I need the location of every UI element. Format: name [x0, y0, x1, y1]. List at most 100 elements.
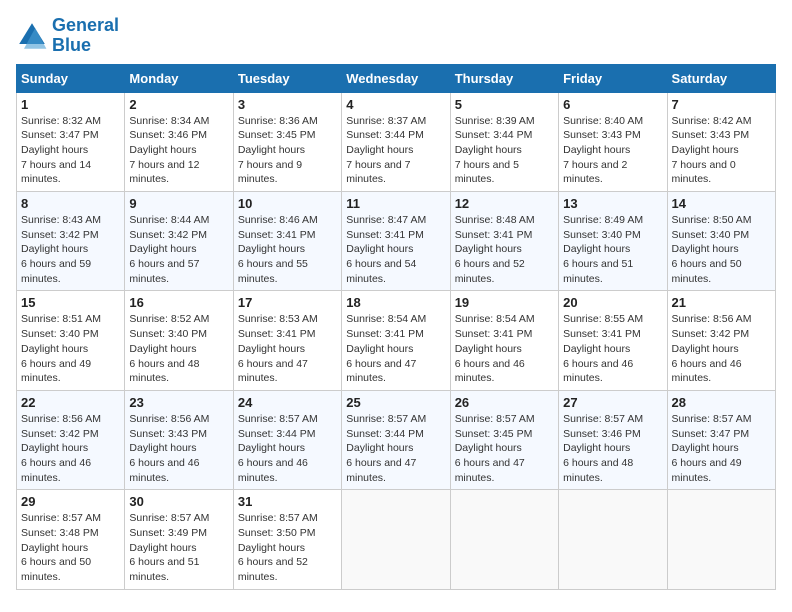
column-header-saturday: Saturday — [667, 64, 775, 92]
calendar-cell — [450, 490, 558, 589]
day-info: Sunrise: 8:36 AM Sunset: 3:45 PM Dayligh… — [238, 114, 337, 187]
calendar-week-1: 1 Sunrise: 8:32 AM Sunset: 3:47 PM Dayli… — [17, 92, 776, 191]
calendar-cell: 21 Sunrise: 8:56 AM Sunset: 3:42 PM Dayl… — [667, 291, 775, 390]
calendar-cell: 25 Sunrise: 8:57 AM Sunset: 3:44 PM Dayl… — [342, 390, 450, 489]
calendar-cell: 24 Sunrise: 8:57 AM Sunset: 3:44 PM Dayl… — [233, 390, 341, 489]
day-info: Sunrise: 8:46 AM Sunset: 3:41 PM Dayligh… — [238, 213, 337, 286]
calendar-week-5: 29 Sunrise: 8:57 AM Sunset: 3:48 PM Dayl… — [17, 490, 776, 589]
day-info: Sunrise: 8:52 AM Sunset: 3:40 PM Dayligh… — [129, 312, 228, 385]
day-number: 20 — [563, 295, 662, 310]
calendar-cell: 14 Sunrise: 8:50 AM Sunset: 3:40 PM Dayl… — [667, 192, 775, 291]
calendar-cell: 12 Sunrise: 8:48 AM Sunset: 3:41 PM Dayl… — [450, 192, 558, 291]
day-info: Sunrise: 8:57 AM Sunset: 3:50 PM Dayligh… — [238, 511, 337, 584]
day-number: 10 — [238, 196, 337, 211]
day-number: 31 — [238, 494, 337, 509]
day-number: 15 — [21, 295, 120, 310]
calendar-cell: 6 Sunrise: 8:40 AM Sunset: 3:43 PM Dayli… — [559, 92, 667, 191]
day-info: Sunrise: 8:47 AM Sunset: 3:41 PM Dayligh… — [346, 213, 445, 286]
day-info: Sunrise: 8:57 AM Sunset: 3:48 PM Dayligh… — [21, 511, 120, 584]
calendar-cell: 1 Sunrise: 8:32 AM Sunset: 3:47 PM Dayli… — [17, 92, 125, 191]
day-info: Sunrise: 8:56 AM Sunset: 3:42 PM Dayligh… — [672, 312, 771, 385]
calendar-table: SundayMondayTuesdayWednesdayThursdayFrid… — [16, 64, 776, 590]
calendar-cell: 19 Sunrise: 8:54 AM Sunset: 3:41 PM Dayl… — [450, 291, 558, 390]
day-info: Sunrise: 8:42 AM Sunset: 3:43 PM Dayligh… — [672, 114, 771, 187]
calendar-cell: 5 Sunrise: 8:39 AM Sunset: 3:44 PM Dayli… — [450, 92, 558, 191]
calendar-week-4: 22 Sunrise: 8:56 AM Sunset: 3:42 PM Dayl… — [17, 390, 776, 489]
column-header-friday: Friday — [559, 64, 667, 92]
day-number: 22 — [21, 395, 120, 410]
day-info: Sunrise: 8:37 AM Sunset: 3:44 PM Dayligh… — [346, 114, 445, 187]
calendar-cell: 23 Sunrise: 8:56 AM Sunset: 3:43 PM Dayl… — [125, 390, 233, 489]
day-number: 18 — [346, 295, 445, 310]
day-info: Sunrise: 8:57 AM Sunset: 3:44 PM Dayligh… — [346, 412, 445, 485]
day-info: Sunrise: 8:57 AM Sunset: 3:44 PM Dayligh… — [238, 412, 337, 485]
calendar-week-2: 8 Sunrise: 8:43 AM Sunset: 3:42 PM Dayli… — [17, 192, 776, 291]
calendar-cell: 17 Sunrise: 8:53 AM Sunset: 3:41 PM Dayl… — [233, 291, 341, 390]
calendar-cell: 11 Sunrise: 8:47 AM Sunset: 3:41 PM Dayl… — [342, 192, 450, 291]
day-info: Sunrise: 8:32 AM Sunset: 3:47 PM Dayligh… — [21, 114, 120, 187]
day-info: Sunrise: 8:44 AM Sunset: 3:42 PM Dayligh… — [129, 213, 228, 286]
day-number: 3 — [238, 97, 337, 112]
column-header-tuesday: Tuesday — [233, 64, 341, 92]
day-number: 8 — [21, 196, 120, 211]
day-number: 30 — [129, 494, 228, 509]
day-number: 6 — [563, 97, 662, 112]
calendar-cell: 15 Sunrise: 8:51 AM Sunset: 3:40 PM Dayl… — [17, 291, 125, 390]
day-info: Sunrise: 8:50 AM Sunset: 3:40 PM Dayligh… — [672, 213, 771, 286]
calendar-cell: 9 Sunrise: 8:44 AM Sunset: 3:42 PM Dayli… — [125, 192, 233, 291]
day-info: Sunrise: 8:55 AM Sunset: 3:41 PM Dayligh… — [563, 312, 662, 385]
column-header-monday: Monday — [125, 64, 233, 92]
day-number: 24 — [238, 395, 337, 410]
day-number: 27 — [563, 395, 662, 410]
day-info: Sunrise: 8:39 AM Sunset: 3:44 PM Dayligh… — [455, 114, 554, 187]
day-info: Sunrise: 8:56 AM Sunset: 3:43 PM Dayligh… — [129, 412, 228, 485]
calendar-cell: 26 Sunrise: 8:57 AM Sunset: 3:45 PM Dayl… — [450, 390, 558, 489]
calendar-cell: 10 Sunrise: 8:46 AM Sunset: 3:41 PM Dayl… — [233, 192, 341, 291]
calendar-cell: 7 Sunrise: 8:42 AM Sunset: 3:43 PM Dayli… — [667, 92, 775, 191]
day-info: Sunrise: 8:43 AM Sunset: 3:42 PM Dayligh… — [21, 213, 120, 286]
calendar-cell: 4 Sunrise: 8:37 AM Sunset: 3:44 PM Dayli… — [342, 92, 450, 191]
calendar-cell: 18 Sunrise: 8:54 AM Sunset: 3:41 PM Dayl… — [342, 291, 450, 390]
calendar-cell — [667, 490, 775, 589]
day-number: 25 — [346, 395, 445, 410]
day-info: Sunrise: 8:57 AM Sunset: 3:49 PM Dayligh… — [129, 511, 228, 584]
day-number: 14 — [672, 196, 771, 211]
day-number: 29 — [21, 494, 120, 509]
day-number: 5 — [455, 97, 554, 112]
logo-text: General Blue — [52, 16, 119, 56]
day-info: Sunrise: 8:57 AM Sunset: 3:47 PM Dayligh… — [672, 412, 771, 485]
day-number: 9 — [129, 196, 228, 211]
day-number: 4 — [346, 97, 445, 112]
day-info: Sunrise: 8:48 AM Sunset: 3:41 PM Dayligh… — [455, 213, 554, 286]
calendar-header: SundayMondayTuesdayWednesdayThursdayFrid… — [17, 64, 776, 92]
day-number: 19 — [455, 295, 554, 310]
calendar-cell: 22 Sunrise: 8:56 AM Sunset: 3:42 PM Dayl… — [17, 390, 125, 489]
column-header-sunday: Sunday — [17, 64, 125, 92]
day-info: Sunrise: 8:53 AM Sunset: 3:41 PM Dayligh… — [238, 312, 337, 385]
day-number: 11 — [346, 196, 445, 211]
day-info: Sunrise: 8:49 AM Sunset: 3:40 PM Dayligh… — [563, 213, 662, 286]
column-header-thursday: Thursday — [450, 64, 558, 92]
day-info: Sunrise: 8:57 AM Sunset: 3:45 PM Dayligh… — [455, 412, 554, 485]
calendar-cell: 29 Sunrise: 8:57 AM Sunset: 3:48 PM Dayl… — [17, 490, 125, 589]
day-number: 7 — [672, 97, 771, 112]
calendar-cell — [559, 490, 667, 589]
day-number: 1 — [21, 97, 120, 112]
calendar-cell: 20 Sunrise: 8:55 AM Sunset: 3:41 PM Dayl… — [559, 291, 667, 390]
day-info: Sunrise: 8:54 AM Sunset: 3:41 PM Dayligh… — [455, 312, 554, 385]
day-number: 17 — [238, 295, 337, 310]
day-info: Sunrise: 8:57 AM Sunset: 3:46 PM Dayligh… — [563, 412, 662, 485]
day-number: 16 — [129, 295, 228, 310]
logo-icon — [16, 20, 48, 52]
calendar-cell: 31 Sunrise: 8:57 AM Sunset: 3:50 PM Dayl… — [233, 490, 341, 589]
page-header: General Blue — [16, 16, 776, 56]
column-header-wednesday: Wednesday — [342, 64, 450, 92]
day-info: Sunrise: 8:34 AM Sunset: 3:46 PM Dayligh… — [129, 114, 228, 187]
calendar-cell: 8 Sunrise: 8:43 AM Sunset: 3:42 PM Dayli… — [17, 192, 125, 291]
day-number: 28 — [672, 395, 771, 410]
day-info: Sunrise: 8:54 AM Sunset: 3:41 PM Dayligh… — [346, 312, 445, 385]
calendar-cell — [342, 490, 450, 589]
calendar-cell: 16 Sunrise: 8:52 AM Sunset: 3:40 PM Dayl… — [125, 291, 233, 390]
calendar-cell: 30 Sunrise: 8:57 AM Sunset: 3:49 PM Dayl… — [125, 490, 233, 589]
day-info: Sunrise: 8:56 AM Sunset: 3:42 PM Dayligh… — [21, 412, 120, 485]
